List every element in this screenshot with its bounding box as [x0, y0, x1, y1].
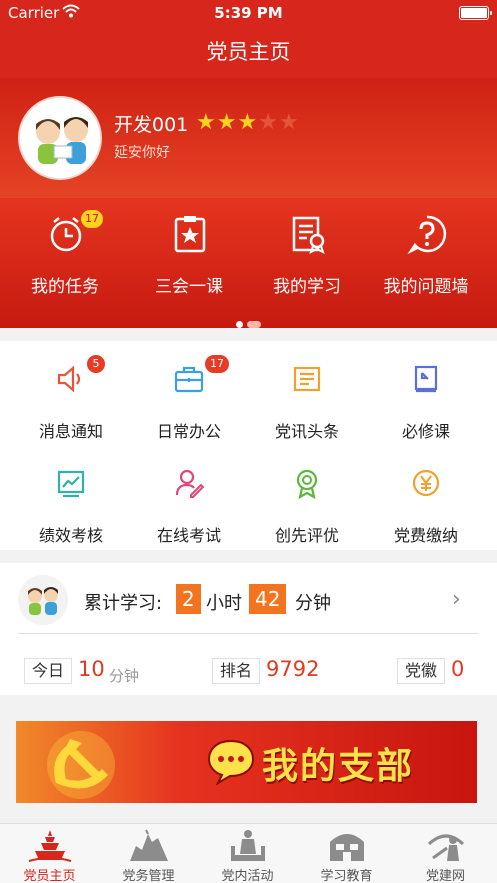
grid-item-label: 消息通知	[38, 422, 103, 441]
minutes-unit: 分钟	[295, 593, 331, 614]
tab-party-web[interactable]: 党建网	[396, 824, 495, 883]
tab-label: 党员主页	[23, 869, 76, 883]
office-badge: 17	[205, 355, 229, 373]
grid-item-excellence[interactable]: 创先评优	[245, 445, 369, 545]
tab-label: 党务管理	[122, 869, 175, 883]
star-rating: ★★★★★	[196, 110, 300, 135]
alarm-clock-icon	[50, 217, 82, 252]
clipboard-star-icon	[174, 216, 206, 253]
certificate-document-icon	[292, 216, 325, 254]
avatar[interactable]	[18, 96, 102, 180]
grid-item-office[interactable]: 17 日常办公	[127, 341, 251, 441]
party-emblem-icon	[47, 731, 115, 799]
profile-hero: 开发001 ★★★★★ 延安你好 17 我的任务 三会一课 我的学习 我的问题墙	[0, 78, 497, 328]
tab-party-affairs[interactable]: 党务管理	[99, 824, 198, 883]
feature-grid: 5 消息通知 17 日常办公 党讯头条 必修课 绩效考核 在线考试 创先评优 党…	[0, 341, 497, 550]
carousel-indicator[interactable]	[0, 313, 497, 332]
page-dot[interactable]	[247, 321, 261, 328]
page-dot[interactable]	[236, 321, 243, 328]
chevron-right-icon[interactable]: ›	[452, 587, 461, 612]
briefcase-icon	[174, 366, 204, 393]
today-value: 10	[78, 657, 105, 681]
grid-item-label: 创先评优	[274, 526, 339, 545]
study-total-label: 累计学习:	[84, 593, 163, 614]
chat-bubble-icon	[207, 739, 255, 785]
news-icon	[293, 366, 321, 392]
party-badge-tag: 党徽	[397, 658, 446, 684]
monument-icon	[130, 829, 168, 861]
grid-item-performance[interactable]: 绩效考核	[9, 445, 133, 545]
tab-label: 党建网	[425, 869, 465, 883]
task-count-badge: 17	[81, 210, 103, 228]
battery-icon	[459, 6, 492, 20]
clock: 5:39 PM	[214, 4, 283, 22]
quick-actions: 17 我的任务 三会一课 我的学习 我的问题墙	[0, 210, 497, 297]
tab-bar: 党员主页 党务管理 党内活动 学习教育 党建网	[0, 823, 497, 883]
study-avatar	[18, 575, 68, 625]
tab-label: 学习教育	[320, 869, 373, 883]
tab-label: 党内活动	[221, 869, 274, 883]
user-greeting: 延安你好	[114, 145, 170, 161]
study-minutes: 42	[249, 584, 287, 614]
star-icon: ★	[216, 110, 238, 135]
question-circle-icon	[407, 215, 447, 254]
star-icon: ★	[237, 110, 259, 135]
quick-action-learning[interactable]: 我的学习	[245, 210, 369, 297]
today-tag: 今日	[24, 658, 73, 684]
grid-item-dues[interactable]: 党费缴纳	[364, 445, 488, 545]
quick-action-label: 我的问题墙	[383, 277, 469, 297]
hours-unit: 小时	[206, 593, 242, 614]
study-summary[interactable]: 累计学习: 2 小时 42 分钟 › 今日 10 分钟 排名 9792 党徽 0	[0, 563, 497, 695]
grid-item-news[interactable]: 党讯头条	[245, 341, 369, 441]
grid-item-label: 必修课	[401, 422, 450, 441]
star-empty-icon: ★	[258, 110, 279, 135]
page-title: 党员主页	[206, 40, 291, 64]
rank-value: 9792	[266, 657, 320, 681]
person-edit-icon	[175, 469, 205, 498]
rank-tag: 排名	[212, 658, 261, 684]
yen-coin-icon	[412, 469, 440, 497]
quick-action-label: 我的学习	[273, 277, 341, 297]
soldier-icon	[427, 834, 465, 861]
quick-action-question-wall[interactable]: 我的问题墙	[364, 210, 488, 297]
grid-item-label: 党费缴纳	[393, 526, 458, 545]
grid-item-label: 在线考试	[156, 526, 221, 545]
notification-badge: 5	[87, 355, 105, 373]
party-badge-value: 0	[451, 657, 465, 681]
grid-item-online-exam[interactable]: 在线考试	[127, 445, 251, 545]
quick-action-meetings[interactable]: 三会一课	[127, 210, 251, 297]
pagoda-icon	[28, 830, 72, 862]
grid-item-notifications[interactable]: 5 消息通知	[9, 341, 133, 441]
top-bar: Carrier 5:39 PM 党员主页	[0, 0, 497, 78]
today-unit: 分钟	[109, 667, 140, 685]
book-icon	[414, 365, 438, 393]
grid-item-label: 党讯头条	[274, 422, 339, 441]
banner-title: 我的支部	[262, 746, 415, 787]
quick-action-tasks[interactable]: 17 我的任务	[3, 210, 127, 297]
grid-item-label: 日常办公	[156, 422, 221, 441]
my-branch-banner[interactable]: 我的支部	[16, 721, 477, 803]
award-icon	[296, 469, 318, 499]
tab-study-education[interactable]: 学习教育	[297, 824, 396, 883]
study-hours: 2	[176, 584, 201, 614]
grid-item-label: 绩效考核	[38, 526, 103, 545]
building-icon	[330, 834, 364, 861]
statue-icon	[231, 830, 265, 861]
tab-member-home[interactable]: 党员主页	[0, 824, 99, 883]
quick-action-label: 我的任务	[31, 277, 99, 297]
divider	[18, 633, 479, 634]
star-empty-icon: ★	[278, 110, 300, 135]
user-name: 开发001	[114, 114, 189, 136]
quick-action-label: 三会一课	[155, 277, 223, 297]
status-bar: Carrier 5:39 PM	[0, 0, 497, 26]
speaker-icon	[57, 365, 81, 393]
grid-item-required-course[interactable]: 必修课	[364, 341, 488, 441]
star-icon: ★	[196, 110, 217, 135]
chart-icon	[57, 470, 85, 498]
tab-party-activities[interactable]: 党内活动	[198, 824, 297, 883]
